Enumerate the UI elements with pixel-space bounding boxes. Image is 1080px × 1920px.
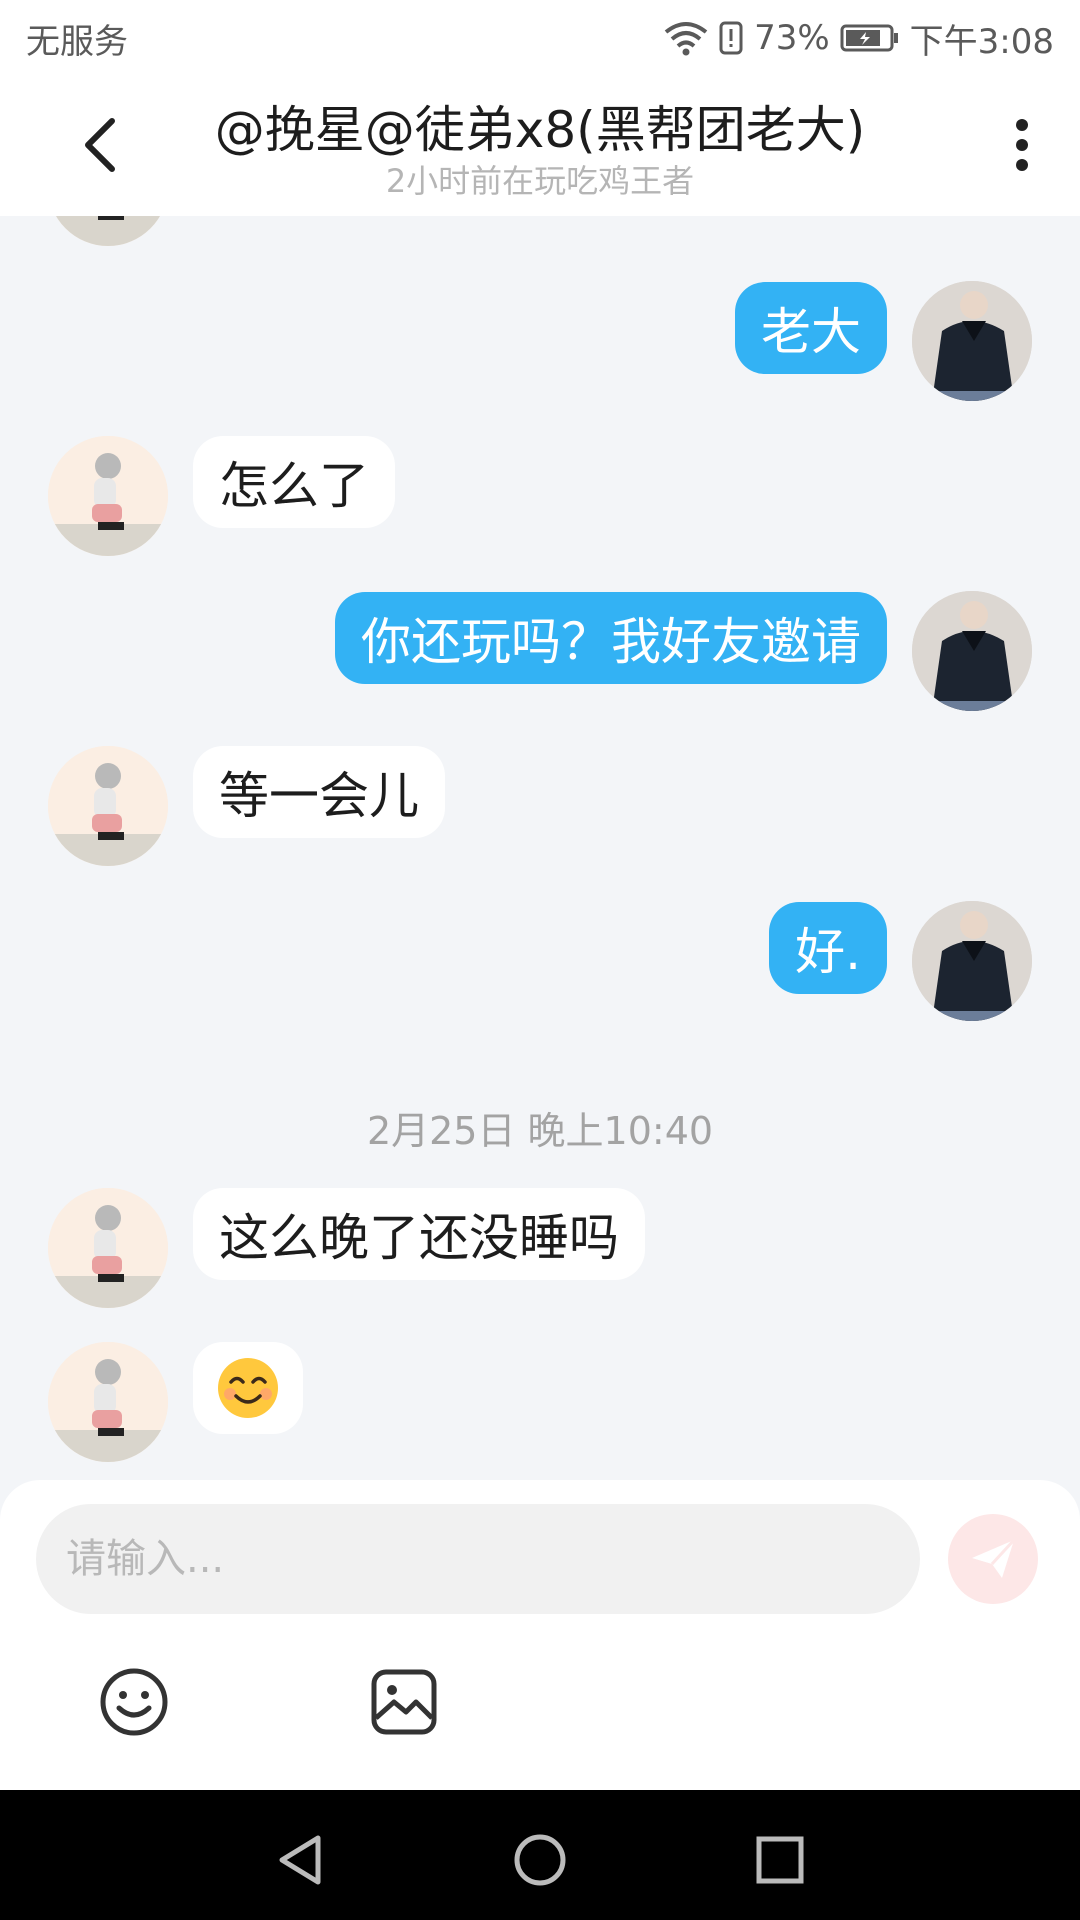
my-avatar[interactable] (912, 281, 1032, 401)
message-list[interactable]: 老大 怎么了 你还玩吗？我好友邀请 等一会儿 好. 2月25日 晚上10:40 (0, 216, 1080, 1480)
message-bubble-received[interactable]: 怎么了 (193, 436, 395, 528)
message-bubble-received[interactable] (193, 1342, 303, 1434)
contact-status: 2小时前在玩吃鸡王者 (385, 162, 695, 200)
triangle-back-icon (279, 1835, 321, 1885)
contact-avatar[interactable] (48, 436, 168, 556)
more-vertical-icon (1016, 119, 1028, 171)
status-bar: 无服务 73% 下午3:08 (0, 0, 1080, 76)
chat-screen: 无服务 73% 下午3:08 @挽星@徒弟x8(黑帮团老大) 2小时前在玩吃鸡王… (0, 0, 1080, 1920)
contact-avatar[interactable] (48, 1342, 168, 1462)
my-avatar[interactable] (912, 591, 1032, 711)
message-timestamp: 2月25日 晚上10:40 (366, 1109, 714, 1153)
paper-plane-icon (972, 1538, 1016, 1578)
composer (0, 1480, 1080, 1790)
system-nav-bar (0, 1790, 1080, 1920)
chat-header: @挽星@徒弟x8(黑帮团老大) 2小时前在玩吃鸡王者 (0, 76, 1080, 216)
my-avatar[interactable] (912, 901, 1032, 1021)
contact-avatar[interactable] (48, 216, 168, 246)
smiling-face-icon (218, 1358, 278, 1418)
message-bubble-received[interactable]: 这么晚了还没睡吗 (193, 1188, 645, 1280)
battery-percent: 73% (754, 18, 830, 58)
clock: 下午3:08 (909, 21, 1054, 62)
emoji-button[interactable] (94, 1662, 174, 1742)
carrier-status: 无服务 (26, 21, 128, 62)
square-recents-icon (756, 1836, 804, 1884)
nav-home-button[interactable] (500, 1820, 580, 1900)
contact-avatar[interactable] (48, 746, 168, 866)
message-bubble-sent[interactable]: 老大 (735, 282, 887, 374)
contact-avatar[interactable] (48, 1188, 168, 1308)
wifi-icon (664, 20, 708, 56)
more-options-button[interactable] (992, 110, 1052, 180)
image-icon (371, 1669, 437, 1735)
alert-icon (718, 20, 744, 56)
message-input[interactable] (36, 1504, 920, 1614)
message-bubble-sent[interactable]: 你还玩吗？我好友邀请 (335, 592, 887, 684)
contact-name: @挽星@徒弟x8(黑帮团老大) (214, 101, 866, 159)
send-button[interactable] (948, 1514, 1038, 1604)
circle-home-icon (514, 1834, 566, 1886)
battery-icon (840, 23, 900, 53)
nav-recents-button[interactable] (740, 1820, 820, 1900)
nav-back-button[interactable] (260, 1820, 340, 1900)
image-button[interactable] (364, 1662, 444, 1742)
message-bubble-sent[interactable]: 好. (769, 902, 887, 994)
smiley-icon (100, 1668, 168, 1736)
message-bubble-received[interactable]: 等一会儿 (193, 746, 445, 838)
